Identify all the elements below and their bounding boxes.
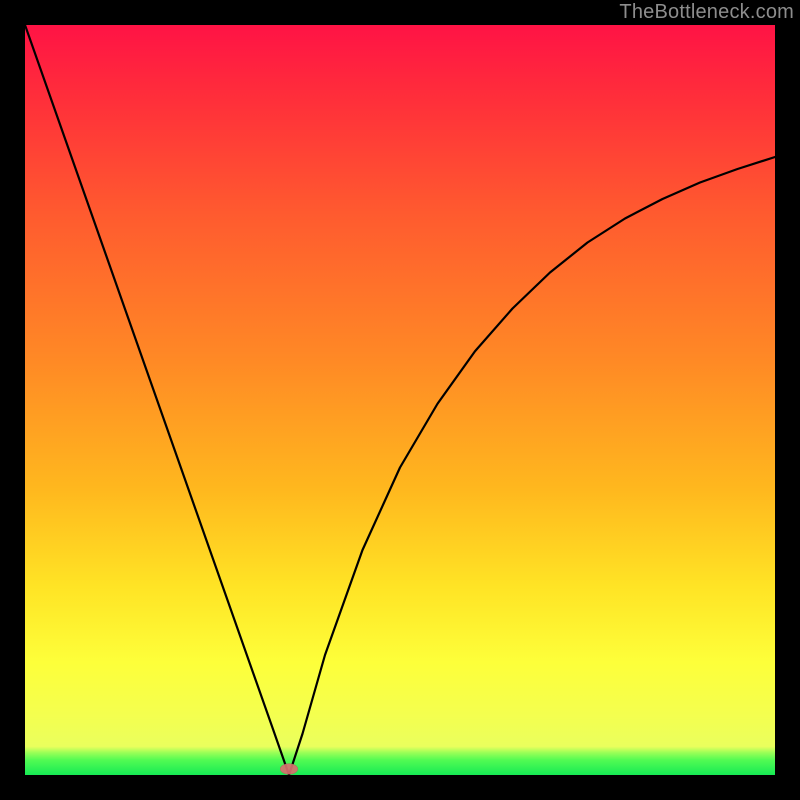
plot-area xyxy=(25,25,775,775)
chart-frame: TheBottleneck.com xyxy=(0,0,800,800)
watermark-text: TheBottleneck.com xyxy=(619,1,794,24)
minimum-marker xyxy=(280,764,298,775)
curve-path xyxy=(25,25,775,775)
bottleneck-curve xyxy=(25,25,775,775)
